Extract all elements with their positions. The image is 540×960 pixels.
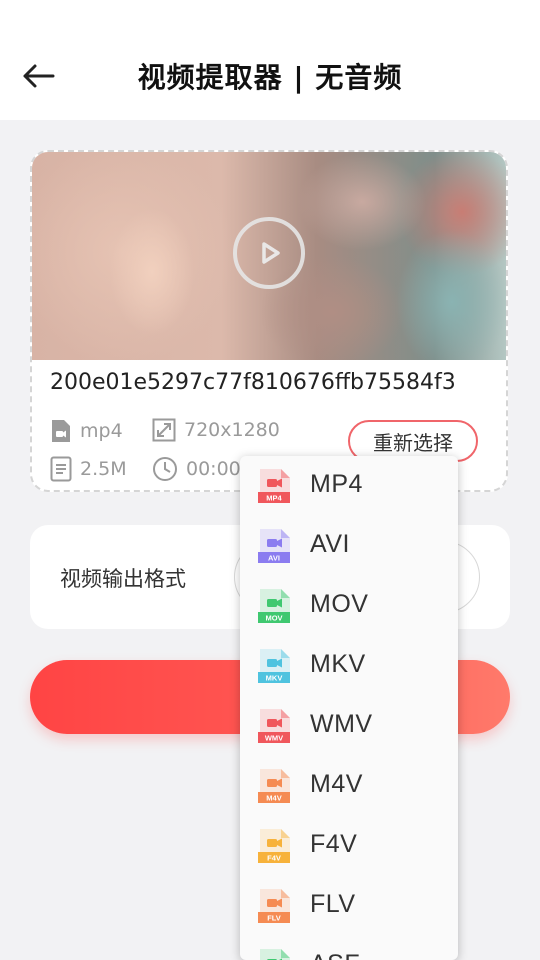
- video-file-icon: [50, 418, 72, 444]
- video-duration-info: 00:00:: [152, 456, 247, 482]
- video-file-icon: FLV: [258, 889, 290, 923]
- format-option-wmv[interactable]: WMV WMV: [240, 696, 458, 756]
- format-option-label: FLV: [310, 890, 356, 918]
- page-title: 视频提取器 | 无音频: [137, 61, 403, 94]
- format-option-mp4[interactable]: MP4 MP4: [240, 456, 458, 516]
- format-option-mkv[interactable]: MKV MKV: [240, 636, 458, 696]
- video-file-icon: MOV: [258, 589, 290, 623]
- video-resolution: 720x1280: [184, 419, 280, 441]
- play-icon: [262, 242, 280, 264]
- clock-icon: [152, 456, 178, 482]
- resize-icon: [152, 418, 176, 442]
- video-file-icon: MP4: [258, 469, 290, 503]
- video-format: mp4: [80, 420, 123, 442]
- format-badge-text: M4V: [266, 794, 281, 803]
- video-file-name: 200e01e5297c77f810676ffb75584f3: [50, 370, 456, 395]
- format-badge-text: MP4: [266, 494, 282, 503]
- format-option-asf[interactable]: ASF ASF: [240, 936, 458, 960]
- format-option-label: MKV: [310, 650, 366, 678]
- format-option-f4v[interactable]: F4V F4V: [240, 816, 458, 876]
- format-option-label: F4V: [310, 830, 358, 858]
- format-option-avi[interactable]: AVI AVI: [240, 516, 458, 576]
- video-file-icon: AVI: [258, 529, 290, 563]
- video-resolution-info: 720x1280: [152, 418, 280, 442]
- format-badge-text: MKV: [266, 674, 283, 683]
- format-option-m4v[interactable]: M4V M4V: [240, 756, 458, 816]
- output-format-label: 视频输出格式: [60, 567, 186, 591]
- format-option-label: AVI: [310, 530, 350, 558]
- play-button[interactable]: [233, 217, 305, 289]
- video-format-info: mp4: [50, 418, 123, 444]
- format-badge-text: WMV: [265, 734, 283, 743]
- format-dropdown-menu: MP4 MP4 AVI AVI MOV MOV MKV MKV WMV WMV M4V M4V F4V F…: [240, 456, 458, 960]
- format-option-label: MOV: [310, 590, 369, 618]
- video-card: 200e01e5297c77f810676ffb75584f3 mp4 720x…: [30, 150, 508, 492]
- app-header: 视频提取器 | 无音频: [0, 0, 540, 120]
- format-badge-text: F4V: [267, 854, 281, 863]
- format-badge-text: FLV: [267, 914, 281, 923]
- format-option-flv[interactable]: FLV FLV: [240, 876, 458, 936]
- video-file-icon: M4V: [258, 769, 290, 803]
- format-option-label: M4V: [310, 770, 363, 798]
- video-file-icon: MKV: [258, 649, 290, 683]
- video-file-icon: F4V: [258, 829, 290, 863]
- video-file-icon: WMV: [258, 709, 290, 743]
- video-file-icon: ASF: [260, 949, 290, 960]
- format-badge-text: MOV: [265, 614, 282, 623]
- format-option-label: WMV: [310, 710, 373, 738]
- format-option-mov[interactable]: MOV MOV: [240, 576, 458, 636]
- video-thumbnail[interactable]: [32, 152, 506, 360]
- video-size-info: 2.5M: [50, 456, 127, 482]
- document-icon: [50, 456, 72, 482]
- video-duration: 00:00:: [186, 458, 248, 480]
- format-option-label: MP4: [310, 470, 363, 498]
- format-option-label: ASF: [310, 950, 360, 960]
- video-size: 2.5M: [80, 458, 127, 480]
- format-badge-text: AVI: [268, 554, 280, 563]
